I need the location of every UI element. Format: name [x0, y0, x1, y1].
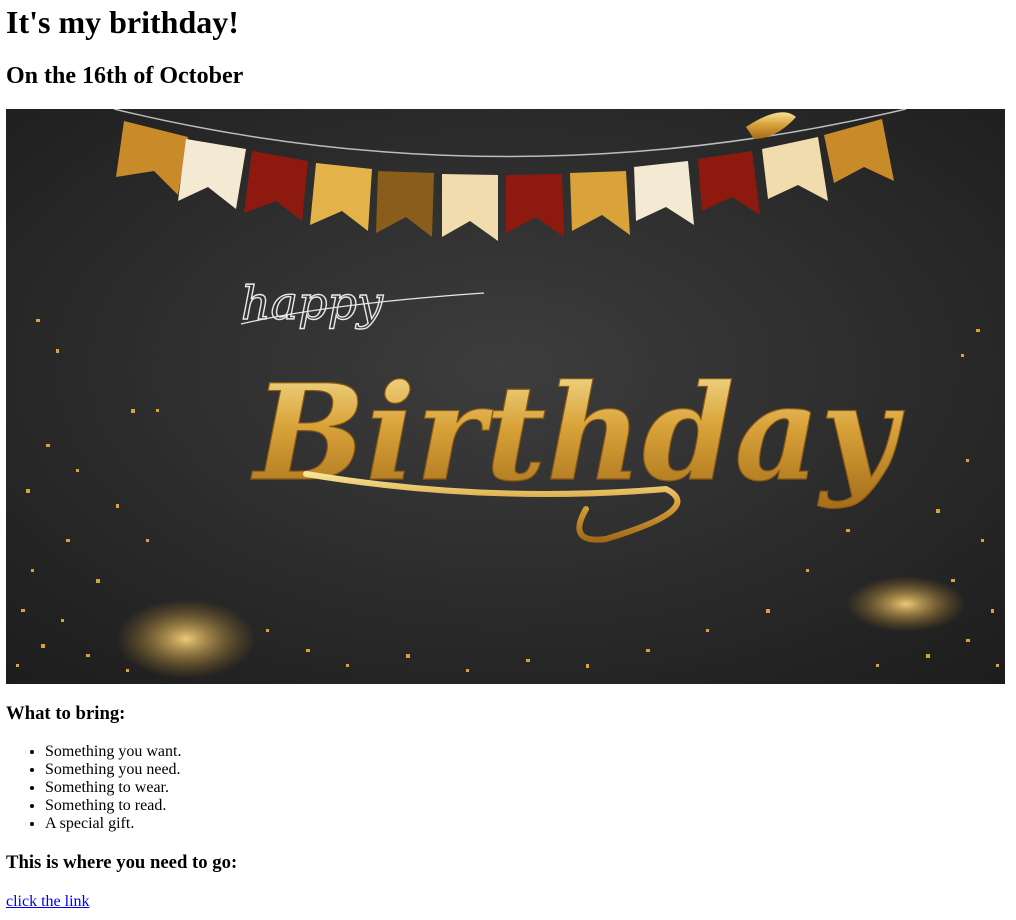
- directions-heading: This is where you need to go:: [6, 852, 238, 873]
- birthday-script-text: Birthday: [250, 356, 905, 511]
- ribbon-bottom-right: [846, 576, 966, 632]
- birthday-banner-graphic: happy Birthday: [6, 109, 1005, 684]
- directions-link[interactable]: click the link: [6, 893, 90, 911]
- list-item: Something to wear.: [45, 779, 181, 797]
- birthday-banner-image: happy Birthday: [6, 109, 1005, 684]
- bring-list: Something you want. Something you need. …: [6, 743, 181, 833]
- page-title: It's my brithday!: [6, 4, 239, 40]
- list-item: Something to read.: [45, 797, 181, 815]
- list-item: A special gift.: [45, 815, 181, 833]
- page: It's my brithday! On the 16th of October: [0, 0, 1016, 920]
- list-item: Something you need.: [45, 761, 181, 779]
- page-subtitle: On the 16th of October: [6, 63, 244, 89]
- ribbon-bottom-left: [116, 599, 256, 679]
- what-to-bring-heading: What to bring:: [6, 703, 126, 724]
- happy-script-text: happy: [241, 276, 384, 330]
- list-item: Something you want.: [45, 743, 181, 761]
